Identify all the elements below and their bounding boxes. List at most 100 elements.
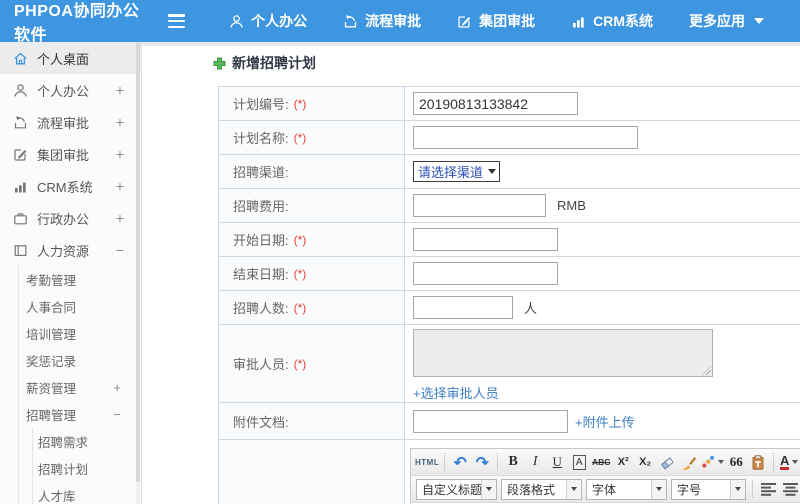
redo-icon[interactable]: ↷ <box>472 452 492 473</box>
sidebar-item-process-approval[interactable]: 流程审批 + <box>0 106 141 138</box>
select-caret-icon <box>488 169 497 174</box>
expand-plus-icon[interactable]: + <box>116 146 124 162</box>
font-family-combo[interactable]: 字体 <box>586 478 667 500</box>
topnav-crm-system[interactable]: CRM系统 <box>571 11 653 31</box>
sidebar-item-talent-pool[interactable]: 人才库 <box>33 482 141 504</box>
top-shadow-strip <box>142 42 800 46</box>
custom-title-combo[interactable]: 自定义标题 <box>416 478 497 500</box>
user-icon <box>14 83 27 97</box>
paste-icon[interactable] <box>748 452 768 473</box>
align-center-icon[interactable] <box>780 479 800 500</box>
expand-plus-icon[interactable]: + <box>116 82 124 98</box>
start-date-input[interactable] <box>413 228 558 251</box>
sidebar-item-hr[interactable]: 人力资源 − <box>0 234 141 266</box>
caret-down-icon <box>718 460 725 464</box>
caret-down-icon[interactable] <box>481 479 496 499</box>
align-left-icon[interactable] <box>758 479 778 500</box>
recruitment-plan-form: 计划编号: (*) 计划名称: (*) 招聘渠道: 请选择渠道 <box>218 86 800 504</box>
sidebar-item-personal-office[interactable]: 个人办公 + <box>0 74 141 106</box>
briefcase-icon <box>14 212 27 224</box>
format-brush-icon[interactable] <box>679 452 699 473</box>
caret-down-icon[interactable] <box>730 479 745 499</box>
field-label: 计划编号: <box>233 97 289 112</box>
main-content: 新增招聘计划 计划编号: (*) 计划名称: (*) 招聘渠道: <box>142 42 800 504</box>
chart-icon <box>15 182 26 192</box>
fee-unit-label: RMB <box>557 198 586 213</box>
superscript-button[interactable]: X² <box>613 452 633 473</box>
bold-button[interactable]: B <box>503 452 523 473</box>
plan-number-input[interactable] <box>413 92 578 115</box>
form-row-end-date: 结束日期: (*) <box>219 257 800 291</box>
sidebar-item-hr-contract[interactable]: 人事合同 <box>19 293 141 320</box>
fee-input[interactable] <box>413 194 546 217</box>
italic-button[interactable]: I <box>525 452 545 473</box>
form-row-plan-name: 计划名称: (*) <box>219 121 800 155</box>
font-color-button[interactable]: A <box>779 452 799 473</box>
required-mark: (*) <box>293 356 307 371</box>
sidebar-item-recruit-demand[interactable]: 招聘需求 <box>33 428 141 455</box>
color-brush-icon[interactable] <box>701 452 725 473</box>
sidebar-item-attendance[interactable]: 考勤管理 <box>19 266 141 293</box>
subscript-button[interactable]: X₂ <box>635 452 655 473</box>
sidebar-item-training[interactable]: 培训管理 <box>19 320 141 347</box>
end-date-input[interactable] <box>413 262 558 285</box>
expand-plus-icon[interactable]: + <box>116 114 124 130</box>
sidebar-item-recruit-plan[interactable]: 招聘计划 <box>33 455 141 482</box>
sidebar-item-rewards[interactable]: 奖惩记录 <box>19 347 141 374</box>
topnav-group-approval[interactable]: 集团审批 <box>457 11 535 31</box>
edit-icon <box>458 15 471 28</box>
expand-plus-icon[interactable]: + <box>113 380 121 395</box>
topnav-personal-office[interactable]: 个人办公 <box>229 11 307 31</box>
collapse-minus-icon[interactable]: − <box>116 242 124 258</box>
process-icon <box>14 115 27 128</box>
sidebar-item-recruitment[interactable]: 招聘管理 − <box>19 401 141 428</box>
expand-plus-icon[interactable]: + <box>116 178 124 194</box>
expand-plus-icon[interactable]: + <box>116 210 124 226</box>
approvers-textarea[interactable] <box>413 329 713 377</box>
headcount-input[interactable] <box>413 296 513 319</box>
process-icon <box>344 14 357 27</box>
sidebar-item-admin-office[interactable]: 行政办公 + <box>0 202 141 234</box>
page-title: 新增招聘计划 <box>213 53 316 73</box>
plan-name-input[interactable] <box>413 126 638 149</box>
caret-down-icon[interactable] <box>566 479 581 499</box>
required-mark: (*) <box>293 96 307 111</box>
channel-select[interactable]: 请选择渠道 <box>413 161 501 182</box>
select-approvers-link[interactable]: +选择审批人员 <box>413 383 499 402</box>
undo-icon[interactable]: ↶ <box>450 452 470 473</box>
form-row-start-date: 开始日期: (*) <box>219 223 800 257</box>
collapse-minus-icon[interactable]: − <box>113 407 121 422</box>
eraser-icon[interactable] <box>657 452 677 473</box>
resize-grip-icon[interactable] <box>702 366 711 375</box>
field-label: 计划名称: <box>233 131 289 146</box>
underline-button[interactable]: U <box>547 452 567 473</box>
top-navigation: 个人办公 流程审批 集团审批 CRM系统 更多应用 <box>229 11 800 31</box>
paragraph-format-combo[interactable]: 段落格式 <box>501 478 582 500</box>
strikethrough-button[interactable]: ABC <box>591 452 611 473</box>
headcount-unit-label: 人 <box>524 301 538 316</box>
blockquote-button[interactable]: 66 <box>726 452 746 473</box>
hamburger-menu-icon[interactable] <box>167 14 186 28</box>
font-style-button[interactable]: A <box>572 454 586 470</box>
recruitment-submenu: 招聘需求 招聘计划 人才库 <box>32 428 141 504</box>
home-icon <box>14 52 27 64</box>
html-source-button[interactable]: HTML <box>415 452 439 473</box>
editor-toolbar-row-1: HTML ↶ ↷ B I U A ABC X² X₂ 66 A <box>411 449 800 476</box>
attachment-upload-link[interactable]: +附件上传 <box>575 412 635 431</box>
field-label: 结束日期: <box>233 267 289 282</box>
form-row-editor: HTML ↶ ↷ B I U A ABC X² X₂ 66 A 自定义标题 段落… <box>219 440 800 504</box>
field-label: 审批人员: <box>233 357 289 372</box>
form-row-approvers: 审批人员: (*) +选择审批人员 <box>219 325 800 403</box>
topnav-process-approval[interactable]: 流程审批 <box>343 11 421 31</box>
sidebar-item-crm[interactable]: CRM系统 + <box>0 170 141 202</box>
font-size-combo[interactable]: 字号 <box>671 478 746 500</box>
sidebar-item-salary[interactable]: 薪资管理 + <box>19 374 141 401</box>
attachment-input[interactable] <box>413 409 568 433</box>
caret-down-icon[interactable] <box>651 479 666 499</box>
sidebar-item-desktop[interactable]: 个人桌面 <box>0 42 141 74</box>
topnav-more-apps[interactable]: 更多应用 <box>689 11 764 31</box>
app-brand[interactable]: PHPOA协同办公软件 <box>0 0 156 45</box>
user-icon <box>230 14 243 28</box>
sidebar-scrollbar[interactable] <box>136 42 140 504</box>
sidebar-item-group-approval[interactable]: 集团审批 + <box>0 138 141 170</box>
